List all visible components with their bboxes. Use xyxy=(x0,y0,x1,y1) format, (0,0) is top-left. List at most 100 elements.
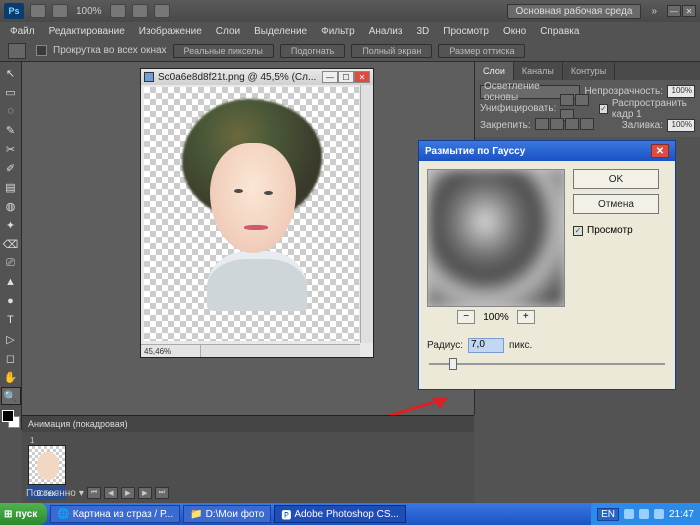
actual-pixels-button[interactable]: Реальные пикселы xyxy=(173,44,274,58)
last-frame-button[interactable]: ⏭ xyxy=(155,487,169,499)
document-canvas[interactable] xyxy=(144,87,359,341)
eyedropper-tool[interactable]: ✐ xyxy=(1,159,21,177)
radius-input[interactable]: 7,0 xyxy=(468,338,504,353)
next-frame-button[interactable]: ▶ xyxy=(138,487,152,499)
color-swatches[interactable] xyxy=(0,410,21,428)
close-button[interactable]: ✕ xyxy=(682,5,696,17)
gradient-tool[interactable]: ⎚ xyxy=(1,254,21,272)
menu-image[interactable]: Изображение xyxy=(133,25,208,38)
horizontal-scrollbar[interactable] xyxy=(201,344,360,357)
hand-tool[interactable]: ✋ xyxy=(1,368,21,386)
zoom-in-button[interactable]: + xyxy=(517,310,535,324)
clock[interactable]: 21:47 xyxy=(669,509,694,520)
full-screen-button[interactable]: Полный экран xyxy=(351,44,432,58)
menu-window[interactable]: Окно xyxy=(497,25,532,38)
preview-checkbox[interactable]: ✓ xyxy=(573,226,583,236)
move-tool[interactable]: ↖ xyxy=(1,64,21,82)
zoom-readout[interactable]: 100% xyxy=(74,6,104,17)
dialog-close-button[interactable]: ✕ xyxy=(651,144,669,158)
tab-paths[interactable]: Контуры xyxy=(563,62,615,80)
menu-filter[interactable]: Фильтр xyxy=(315,25,361,38)
frame-number: 1 xyxy=(28,436,66,445)
tray-icon[interactable] xyxy=(654,509,664,519)
tray-icon[interactable] xyxy=(639,509,649,519)
radius-slider[interactable] xyxy=(429,357,665,371)
scroll-all-checkbox[interactable] xyxy=(36,45,47,56)
tool-preset-icon[interactable] xyxy=(8,43,26,59)
menu-file[interactable]: Файл xyxy=(4,25,41,38)
shape-tool[interactable]: ◻ xyxy=(1,349,21,367)
first-frame-button[interactable]: ⏮ xyxy=(87,487,101,499)
screenmode-icon[interactable] xyxy=(154,4,170,18)
lock-buttons[interactable] xyxy=(535,118,595,133)
workspace-switcher[interactable]: Основная рабочая среда xyxy=(507,4,642,19)
slider-thumb-icon[interactable] xyxy=(449,358,457,370)
print-size-button[interactable]: Размер оттиска xyxy=(438,44,525,58)
menu-edit[interactable]: Редактирование xyxy=(43,25,131,38)
blur-tool[interactable]: ▲ xyxy=(1,273,21,291)
taskbar-item[interactable]: 🅿Adobe Photoshop CS... xyxy=(274,505,406,523)
animation-panel-title[interactable]: Анимация (покадровая) xyxy=(22,416,474,432)
menu-layer[interactable]: Слои xyxy=(210,25,246,38)
foreground-color[interactable] xyxy=(2,410,14,422)
bridge-icon[interactable] xyxy=(30,4,46,18)
zoom-tool[interactable]: 🔍 xyxy=(1,387,21,405)
chevron-right-icon[interactable]: » xyxy=(647,6,661,17)
menu-view[interactable]: Просмотр xyxy=(437,25,495,38)
ps-logo-icon: Ps xyxy=(4,3,24,19)
stamp-tool[interactable]: ✦ xyxy=(1,216,21,234)
tab-channels[interactable]: Каналы xyxy=(514,62,563,80)
ok-button[interactable]: OK xyxy=(573,169,659,189)
document-icon xyxy=(144,72,154,82)
taskbar-item[interactable]: 📁D:\Мои фото xyxy=(183,505,271,523)
doc-maximize-button[interactable]: ☐ xyxy=(338,71,354,83)
menu-select[interactable]: Выделение xyxy=(248,25,313,38)
layers-panel: Осветление основы Непрозрачность: 100% У… xyxy=(475,80,700,137)
hand-icon[interactable] xyxy=(110,4,126,18)
dodge-tool[interactable]: ● xyxy=(1,292,21,310)
start-button[interactable]: ⊞ пуск xyxy=(0,503,47,525)
doc-close-button[interactable]: ✕ xyxy=(354,71,370,83)
gaussian-blur-dialog: Размытие по Гауссу ✕ − 100% + OK Отмена … xyxy=(418,140,676,390)
minimize-button[interactable]: — xyxy=(667,5,681,17)
lasso-tool[interactable]: ◌ xyxy=(1,102,21,120)
vertical-scrollbar[interactable] xyxy=(360,85,373,343)
filter-preview[interactable] xyxy=(427,169,565,307)
tray-icon[interactable] xyxy=(624,509,634,519)
radius-label: Радиус: xyxy=(427,340,463,351)
chevron-down-icon[interactable]: ▾ xyxy=(79,488,84,499)
menu-help[interactable]: Справка xyxy=(534,25,585,38)
taskbar-item[interactable]: 🌐Картина из страз / Р... xyxy=(50,505,180,523)
document-titlebar[interactable]: Sc0a6e8d8f21t.png @ 45,5% (Сл... — ☐ ✕ xyxy=(141,69,373,85)
workspace-canvas: Sc0a6e8d8f21t.png @ 45,5% (Сл... — ☐ ✕ 4… xyxy=(22,62,474,415)
document-window[interactable]: Sc0a6e8d8f21t.png @ 45,5% (Сл... — ☐ ✕ 4… xyxy=(140,68,374,358)
zoom-status[interactable]: 45,46% xyxy=(141,344,201,357)
cancel-button[interactable]: Отмена xyxy=(573,194,659,214)
marquee-tool[interactable]: ▭ xyxy=(1,83,21,101)
healing-tool[interactable]: ▤ xyxy=(1,178,21,196)
type-tool[interactable]: T xyxy=(1,311,21,329)
propagate-checkbox[interactable]: ✓ xyxy=(599,104,608,114)
history-icon[interactable] xyxy=(52,4,68,18)
menu-3d[interactable]: 3D xyxy=(410,25,435,38)
eraser-tool[interactable]: ⌫ xyxy=(1,235,21,253)
fill-input[interactable]: 100% xyxy=(667,119,695,132)
frame-thumbnail[interactable] xyxy=(28,445,66,485)
zoom-out-button[interactable]: − xyxy=(457,310,475,324)
opacity-input[interactable]: 100% xyxy=(667,85,695,98)
arrange-icon[interactable] xyxy=(132,4,148,18)
brush-tool[interactable]: ◍ xyxy=(1,197,21,215)
dialog-titlebar[interactable]: Размытие по Гауссу ✕ xyxy=(419,141,675,161)
language-indicator[interactable]: EN xyxy=(597,508,619,521)
doc-minimize-button[interactable]: — xyxy=(322,71,338,83)
play-button[interactable]: ▶ xyxy=(121,487,135,499)
image-content xyxy=(152,91,342,326)
prev-frame-button[interactable]: ◀ xyxy=(104,487,118,499)
loop-select[interactable]: Постоянно xyxy=(26,488,76,499)
crop-tool[interactable]: ✂ xyxy=(1,140,21,158)
menu-analysis[interactable]: Анализ xyxy=(363,25,409,38)
fit-screen-button[interactable]: Подогнать xyxy=(280,44,345,58)
wand-tool[interactable]: ✎ xyxy=(1,121,21,139)
tab-layers[interactable]: Слои xyxy=(475,62,514,80)
pen-tool[interactable]: ▷ xyxy=(1,330,21,348)
